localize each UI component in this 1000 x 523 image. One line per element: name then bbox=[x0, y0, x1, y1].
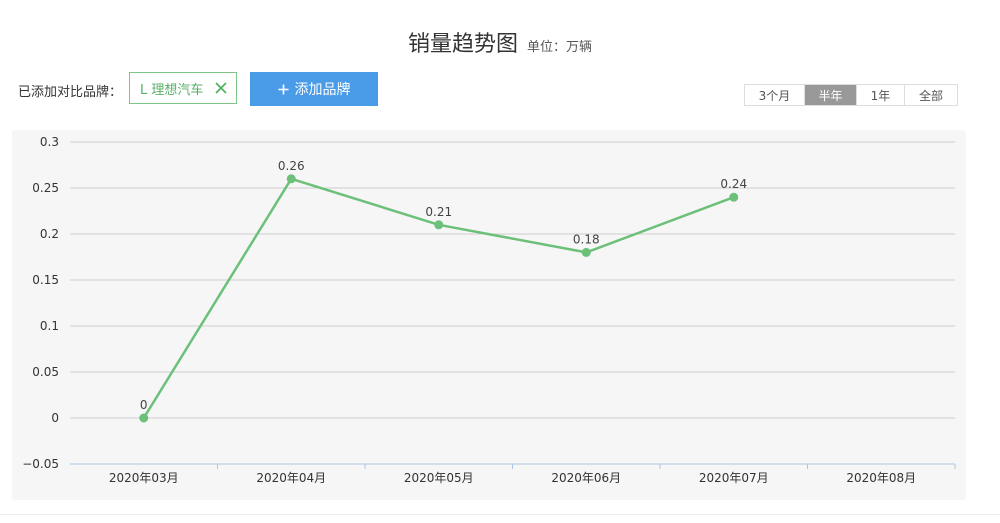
data-label: 0.18 bbox=[573, 232, 600, 246]
chart-title: 销量趋势图 bbox=[407, 32, 518, 57]
time-range-selector: 3个月 半年 1年 全部 bbox=[744, 84, 958, 106]
y-tick-label: 0.2 bbox=[40, 227, 59, 241]
x-tick-label: 2020年07月 bbox=[699, 471, 769, 485]
data-point bbox=[286, 174, 296, 184]
y-tick-label: 0.05 bbox=[32, 365, 59, 379]
range-tab-half-year[interactable]: 半年 bbox=[805, 85, 857, 105]
range-tab-1-year[interactable]: 1年 bbox=[857, 85, 905, 105]
close-icon[interactable] bbox=[213, 80, 229, 96]
data-point bbox=[581, 247, 591, 257]
data-label: 0.21 bbox=[425, 205, 452, 219]
x-tick-label: 2020年05月 bbox=[404, 471, 474, 485]
y-tick-label: 0.15 bbox=[32, 273, 59, 287]
data-point bbox=[139, 413, 149, 423]
y-tick-label: 0.1 bbox=[40, 319, 59, 333]
x-tick-label: 2020年06月 bbox=[551, 471, 621, 485]
range-tab-all[interactable]: 全部 bbox=[905, 85, 957, 105]
chart-panel: 0.3 0.25 0.2 0.15 0.1 0.05 0 −0.05 2020年03月 2020年… bbox=[12, 130, 966, 500]
data-point bbox=[729, 192, 739, 202]
data-label: 0.24 bbox=[720, 177, 747, 191]
compare-brands-label: 已添加对比品牌： bbox=[18, 85, 123, 100]
brand-tag-label: L 理想汽车 bbox=[140, 82, 204, 98]
line-chart: 0.3 0.25 0.2 0.15 0.1 0.05 0 −0.05 2020年03月 2020年… bbox=[22, 135, 956, 485]
data-point bbox=[434, 220, 444, 230]
y-tick-label: 0.25 bbox=[32, 181, 59, 195]
chart-unit: 单位：万辆 bbox=[527, 40, 593, 55]
x-tick-label: 2020年08月 bbox=[846, 471, 916, 485]
divider bbox=[0, 514, 1000, 515]
x-tick-label: 2020年03月 bbox=[109, 471, 179, 485]
range-tab-3-months[interactable]: 3个月 bbox=[745, 85, 805, 105]
y-tick-label: −0.05 bbox=[22, 457, 59, 471]
add-brand-button[interactable]: 添加品牌 bbox=[250, 72, 378, 106]
brand-tag-lixiang: L 理想汽车 bbox=[129, 72, 237, 104]
add-brand-label: 添加品牌 bbox=[294, 82, 351, 98]
data-label: 0 bbox=[140, 398, 148, 412]
y-tick-label: 0.3 bbox=[40, 135, 59, 149]
y-tick-label: 0 bbox=[51, 411, 59, 425]
x-tick-label: 2020年04月 bbox=[256, 471, 326, 485]
plus-icon bbox=[278, 84, 288, 94]
data-label: 0.26 bbox=[278, 159, 305, 173]
chart-title-row: 销量趋势图 单位：万辆 bbox=[0, 26, 1000, 58]
